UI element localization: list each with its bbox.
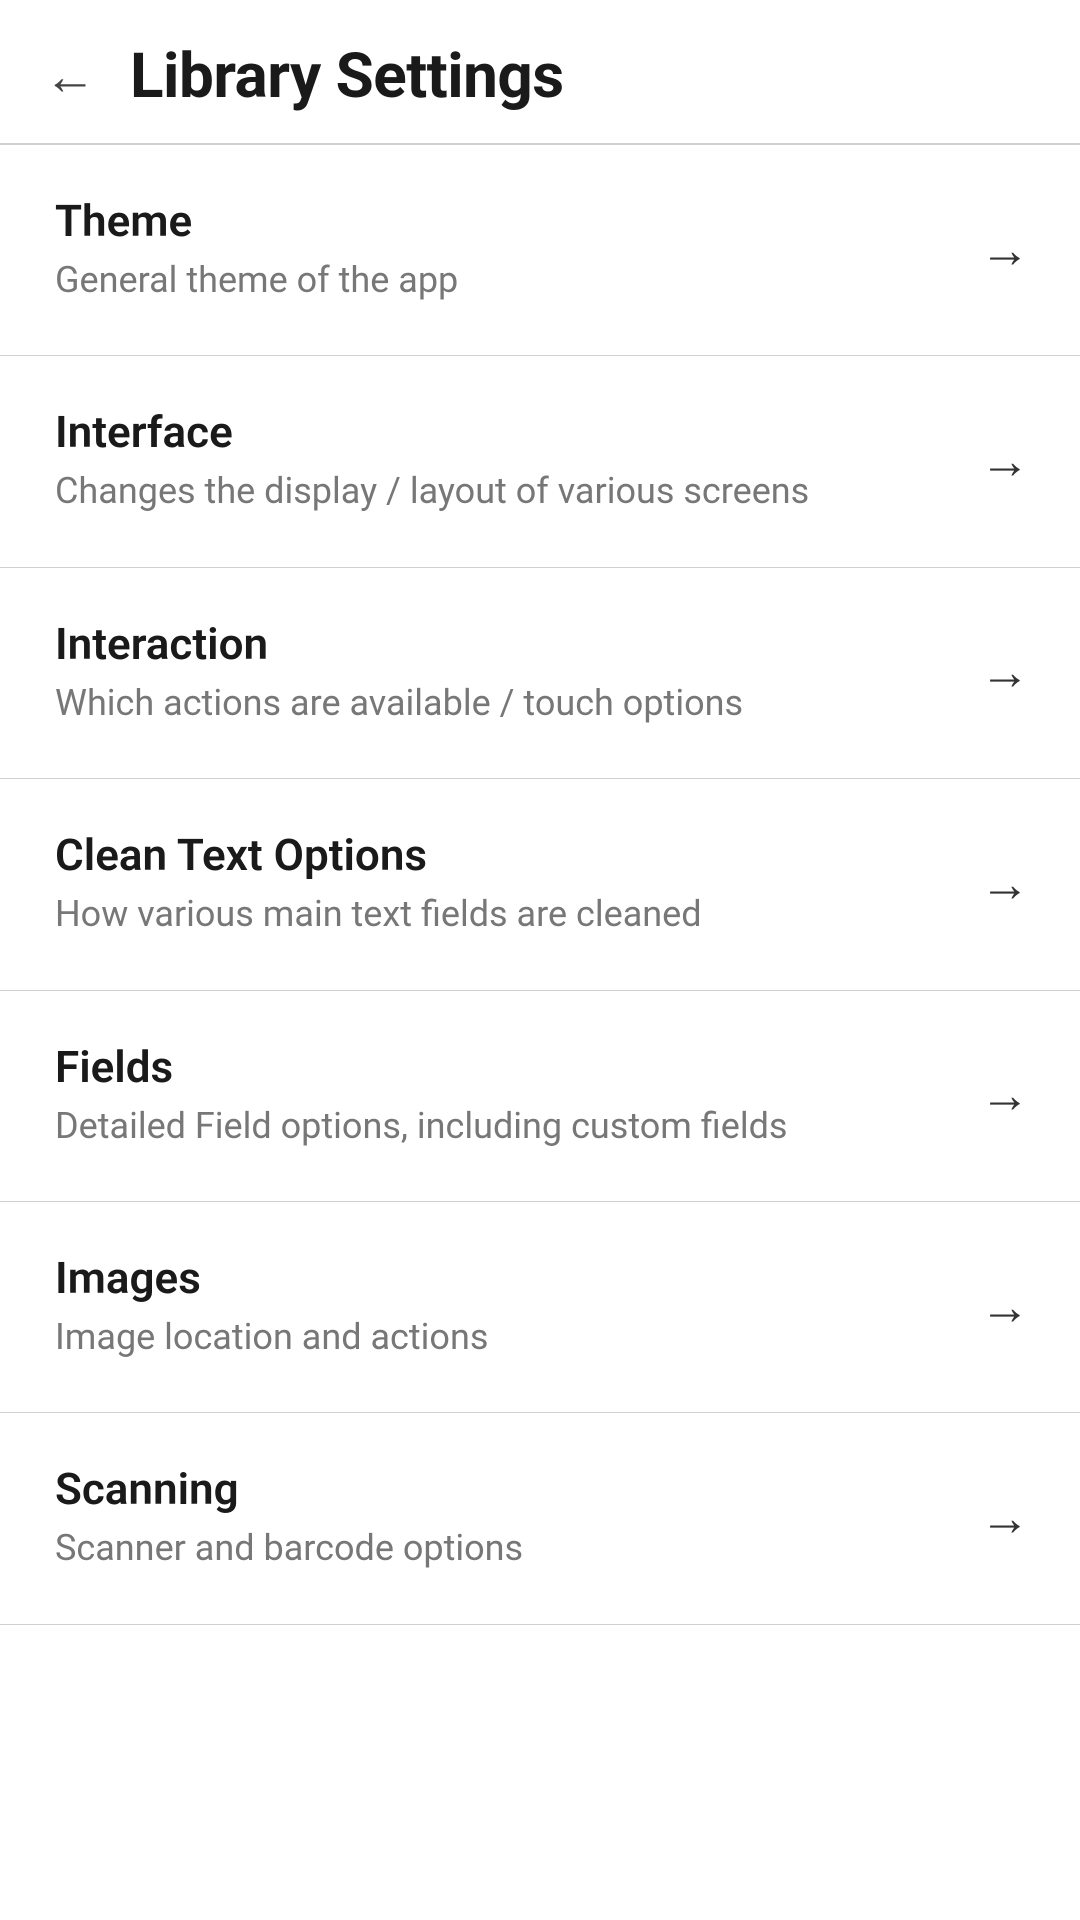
- settings-item-interface[interactable]: Interface Changes the display / layout o…: [0, 356, 1080, 567]
- settings-item-content-interface: Interface Changes the display / layout o…: [55, 406, 980, 516]
- settings-item-title-fields: Fields: [55, 1041, 950, 1093]
- settings-item-desc-images: Image location and actions: [55, 1312, 950, 1362]
- settings-item-desc-clean-text-options: How various main text fields are cleaned: [55, 889, 950, 939]
- settings-item-content-interaction: Interaction Which actions are available …: [55, 618, 980, 728]
- settings-item-desc-interface: Changes the display / layout of various …: [55, 466, 950, 516]
- settings-item-content-images: Images Image location and actions: [55, 1252, 980, 1362]
- settings-item-arrow-interface: →: [980, 432, 1030, 491]
- settings-item-content-clean-text-options: Clean Text Options How various main text…: [55, 829, 980, 939]
- settings-item-content-theme: Theme General theme of the app: [55, 195, 980, 305]
- back-button[interactable]: ←: [40, 47, 100, 107]
- settings-item-desc-scanning: Scanner and barcode options: [55, 1523, 950, 1573]
- settings-item-interaction[interactable]: Interaction Which actions are available …: [0, 568, 1080, 779]
- settings-item-arrow-fields: →: [980, 1066, 1030, 1125]
- back-arrow-icon: ←: [44, 51, 96, 103]
- settings-item-scanning[interactable]: Scanning Scanner and barcode options →: [0, 1413, 1080, 1624]
- settings-item-theme[interactable]: Theme General theme of the app →: [0, 145, 1080, 356]
- settings-item-arrow-clean-text-options: →: [980, 855, 1030, 914]
- settings-item-desc-fields: Detailed Field options, including custom…: [55, 1101, 950, 1151]
- settings-item-images[interactable]: Images Image location and actions →: [0, 1202, 1080, 1413]
- page-title: Library Settings: [130, 40, 564, 113]
- settings-item-title-interaction: Interaction: [55, 618, 950, 670]
- settings-item-arrow-theme: →: [980, 221, 1030, 280]
- settings-item-fields[interactable]: Fields Detailed Field options, including…: [0, 991, 1080, 1202]
- settings-item-title-interface: Interface: [55, 406, 950, 458]
- settings-item-content-fields: Fields Detailed Field options, including…: [55, 1041, 980, 1151]
- settings-item-clean-text-options[interactable]: Clean Text Options How various main text…: [0, 779, 1080, 990]
- settings-item-title-images: Images: [55, 1252, 950, 1304]
- settings-item-arrow-interaction: →: [980, 643, 1030, 702]
- app-header: ← Library Settings: [0, 0, 1080, 143]
- settings-item-title-clean-text-options: Clean Text Options: [55, 829, 950, 881]
- settings-item-arrow-scanning: →: [980, 1489, 1030, 1548]
- settings-item-arrow-images: →: [980, 1278, 1030, 1337]
- settings-item-title-theme: Theme: [55, 195, 950, 247]
- settings-item-content-scanning: Scanning Scanner and barcode options: [55, 1463, 980, 1573]
- settings-item-desc-theme: General theme of the app: [55, 255, 950, 305]
- settings-item-title-scanning: Scanning: [55, 1463, 950, 1515]
- settings-item-desc-interaction: Which actions are available / touch opti…: [55, 678, 950, 728]
- settings-list: Theme General theme of the app → Interfa…: [0, 145, 1080, 1625]
